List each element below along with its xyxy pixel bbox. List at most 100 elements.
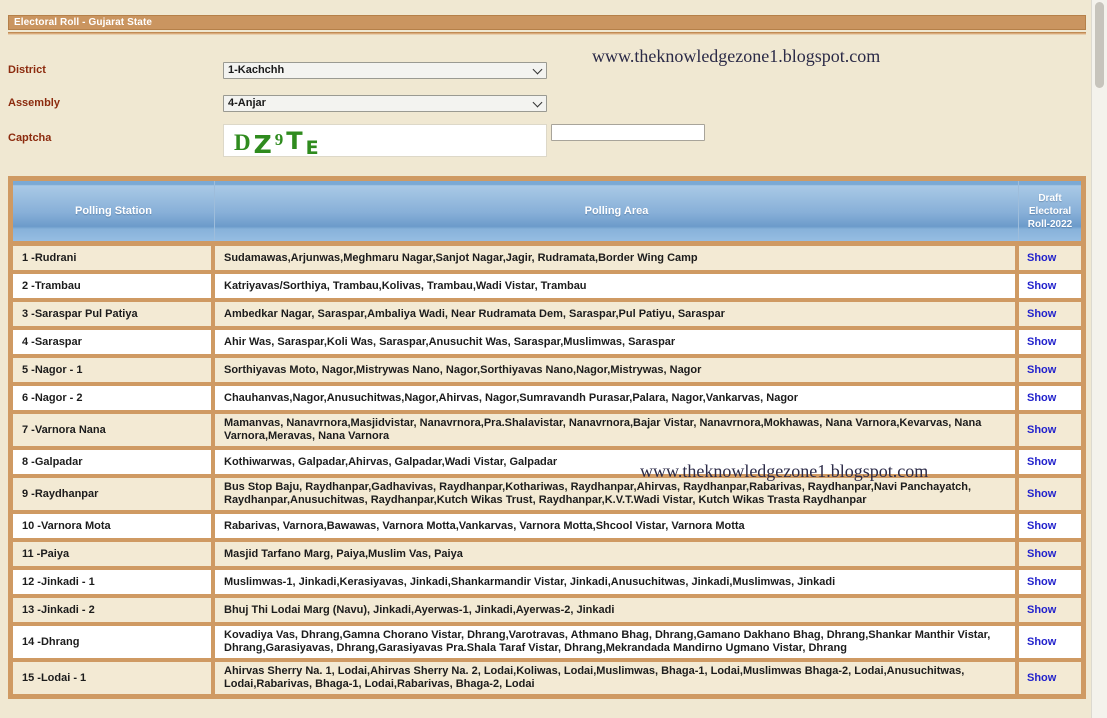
captcha-input[interactable]	[551, 124, 705, 141]
cell-polling-area: Ahirvas Sherry Na. 1, Lodai,Ahirvas Sher…	[215, 662, 1019, 694]
cell-draft-roll: Show	[1019, 386, 1081, 410]
cell-draft-roll: Show	[1019, 414, 1081, 446]
cell-polling-station: 9 -Raydhanpar	[13, 478, 215, 510]
cell-draft-roll: Show	[1019, 358, 1081, 382]
captcha-char-3: 9	[274, 130, 287, 149]
column-header-polling-station: Polling Station	[13, 181, 215, 241]
cell-polling-station: 2 -Trambau	[13, 274, 215, 298]
show-roll-link[interactable]: Show	[1027, 252, 1056, 265]
window-title: Electoral Roll - Gujarat State	[8, 15, 1086, 30]
cell-polling-station: 11 -Paiya	[13, 542, 215, 566]
table-row: 7 -Varnora Nana Mamanvas, Nanavrnora,Masj…	[13, 414, 1081, 450]
cell-polling-area: Muslimwas-1, Jinkadi,Kerasiyavas, Jinkad…	[215, 570, 1019, 594]
cell-polling-area: Sorthiyavas Moto, Nagor,Mistrywas Nano, …	[215, 358, 1019, 382]
cell-polling-station: 1 -Rudrani	[13, 246, 215, 270]
show-roll-link[interactable]: Show	[1027, 604, 1056, 617]
titlebar-divider	[8, 32, 1086, 35]
captcha-char-1: D	[234, 130, 254, 155]
district-select-value: 1-Kachchh	[228, 64, 285, 76]
cell-draft-roll: Show	[1019, 246, 1081, 270]
table-row: 6 -Nagor - 2 Chauhanvas,Nagor,Anusuchitwa…	[13, 386, 1081, 414]
captcha-char-4: T	[286, 127, 306, 155]
cell-polling-area: Katriyavas/Sorthiya, Trambau,Kolivas, Tr…	[215, 274, 1019, 298]
assembly-select[interactable]: 4-Anjar	[223, 95, 547, 112]
captcha-image-text: DZ9TE	[234, 127, 322, 157]
cell-polling-station: 12 -Jinkadi - 1	[13, 570, 215, 594]
cell-polling-area: Ambedkar Nagar, Saraspar,Ambaliya Wadi, …	[215, 302, 1019, 326]
table-row: 13 -Jinkadi - 2 Bhuj Thi Lodai Marg (Navu…	[13, 598, 1081, 626]
column-header-polling-area: Polling Area	[215, 181, 1019, 241]
show-roll-link[interactable]: Show	[1027, 364, 1056, 377]
show-roll-link[interactable]: Show	[1027, 520, 1056, 533]
table-row: 2 -Trambau Katriyavas/Sorthiya, Trambau,K…	[13, 274, 1081, 302]
chevron-down-icon	[534, 68, 541, 72]
show-roll-link[interactable]: Show	[1027, 576, 1056, 589]
scrollbar-thumb[interactable]	[1095, 2, 1104, 88]
cell-draft-roll: Show	[1019, 626, 1081, 658]
cell-draft-roll: Show	[1019, 662, 1081, 694]
captcha-char-5: E	[305, 137, 322, 157]
cell-draft-roll: Show	[1019, 330, 1081, 354]
cell-polling-area: Kothiwarwas, Galpadar,Ahirvas, Galpadar,…	[215, 450, 1019, 474]
table-body: 1 -Rudrani Sudamawas,Arjunwas,Meghmaru Na…	[13, 246, 1081, 694]
cell-polling-station: 14 -Dhrang	[13, 626, 215, 658]
cell-polling-area: Bus Stop Baju, Raydhanpar,Gadhavivas, Ra…	[215, 478, 1019, 510]
vertical-scrollbar[interactable]	[1091, 0, 1107, 718]
show-roll-link[interactable]: Show	[1027, 392, 1056, 405]
district-select[interactable]: 1-Kachchh	[223, 62, 547, 79]
cell-polling-station: 13 -Jinkadi - 2	[13, 598, 215, 622]
show-roll-link[interactable]: Show	[1027, 636, 1056, 649]
cell-polling-station: 3 -Saraspar Pul Patiya	[13, 302, 215, 326]
table-row: 12 -Jinkadi - 1 Muslimwas-1, Jinkadi,Kera…	[13, 570, 1081, 598]
cell-polling-area: Sudamawas,Arjunwas,Meghmaru Nagar,Sanjot…	[215, 246, 1019, 270]
cell-polling-area: Bhuj Thi Lodai Marg (Navu), Jinkadi,Ayer…	[215, 598, 1019, 622]
table-row: 1 -Rudrani Sudamawas,Arjunwas,Meghmaru Na…	[13, 246, 1081, 274]
results-table: Polling Station Polling Area Draft Elect…	[8, 176, 1086, 699]
cell-polling-station: 6 -Nagor - 2	[13, 386, 215, 410]
cell-polling-area: Ahir Was, Saraspar,Koli Was, Saraspar,An…	[215, 330, 1019, 354]
cell-polling-area: Masjid Tarfano Marg, Paiya,Muslim Vas, P…	[215, 542, 1019, 566]
cell-draft-roll: Show	[1019, 514, 1081, 538]
show-roll-link[interactable]: Show	[1027, 336, 1056, 349]
show-roll-link[interactable]: Show	[1027, 308, 1056, 321]
cell-draft-roll: Show	[1019, 274, 1081, 298]
cell-polling-station: 10 -Varnora Mota	[13, 514, 215, 538]
show-roll-link[interactable]: Show	[1027, 280, 1056, 293]
captcha-image: DZ9TE	[223, 124, 547, 157]
cell-draft-roll: Show	[1019, 598, 1081, 622]
cell-polling-area: Chauhanvas,Nagor,Anusuchitwas,Nagor,Ahir…	[215, 386, 1019, 410]
table-row: 14 -Dhrang Kovadiya Vas, Dhrang,Gamna Cho…	[13, 626, 1081, 662]
show-roll-link[interactable]: Show	[1027, 456, 1056, 469]
assembly-label: Assembly	[8, 97, 60, 109]
cell-polling-station: 4 -Saraspar	[13, 330, 215, 354]
page-root: Electoral Roll - Gujarat State District …	[0, 0, 1107, 718]
chevron-down-icon	[534, 101, 541, 105]
cell-draft-roll: Show	[1019, 570, 1081, 594]
cell-draft-roll: Show	[1019, 450, 1081, 474]
show-roll-link[interactable]: Show	[1027, 488, 1056, 501]
watermark-top: www.theknowledgezone1.blogspot.com	[592, 46, 881, 66]
captcha-label: Captcha	[8, 132, 52, 144]
search-form: District 1-Kachchh Assembly 4-Anjar Capt…	[0, 44, 1107, 164]
table-row: 15 -Lodai - 1 Ahirvas Sherry Na. 1, Lodai…	[13, 662, 1081, 694]
district-label: District	[8, 64, 46, 76]
cell-polling-area: Rabarivas, Varnora,Bawawas, Varnora Mott…	[215, 514, 1019, 538]
cell-polling-area: Kovadiya Vas, Dhrang,Gamna Chorano Vista…	[215, 626, 1019, 658]
cell-polling-station: 15 -Lodai - 1	[13, 662, 215, 694]
table-row: 3 -Saraspar Pul Patiya Ambedkar Nagar, Sa…	[13, 302, 1081, 330]
show-roll-link[interactable]: Show	[1027, 548, 1056, 561]
cell-polling-station: 5 -Nagor - 1	[13, 358, 215, 382]
cell-draft-roll: Show	[1019, 478, 1081, 510]
table-row: 4 -Saraspar Ahir Was, Saraspar,Koli Was, …	[13, 330, 1081, 358]
table-header-row: Polling Station Polling Area Draft Elect…	[13, 181, 1081, 246]
show-roll-link[interactable]: Show	[1027, 672, 1056, 685]
cell-polling-station: 8 -Galpadar	[13, 450, 215, 474]
table-row: 9 -Raydhanpar Bus Stop Baju, Raydhanpar,G…	[13, 478, 1081, 514]
cell-polling-area: Mamanvas, Nanavrnora,Masjidvistar, Nanav…	[215, 414, 1019, 446]
show-roll-link[interactable]: Show	[1027, 424, 1056, 437]
table-row: 8 -Galpadar Kothiwarwas, Galpadar,Ahirvas…	[13, 450, 1081, 478]
assembly-select-value: 4-Anjar	[228, 97, 266, 109]
table-row: 5 -Nagor - 1 Sorthiyavas Moto, Nagor,Mist…	[13, 358, 1081, 386]
cell-draft-roll: Show	[1019, 302, 1081, 326]
column-header-draft-electoral-roll: Draft Electoral Roll-2022	[1027, 192, 1073, 230]
